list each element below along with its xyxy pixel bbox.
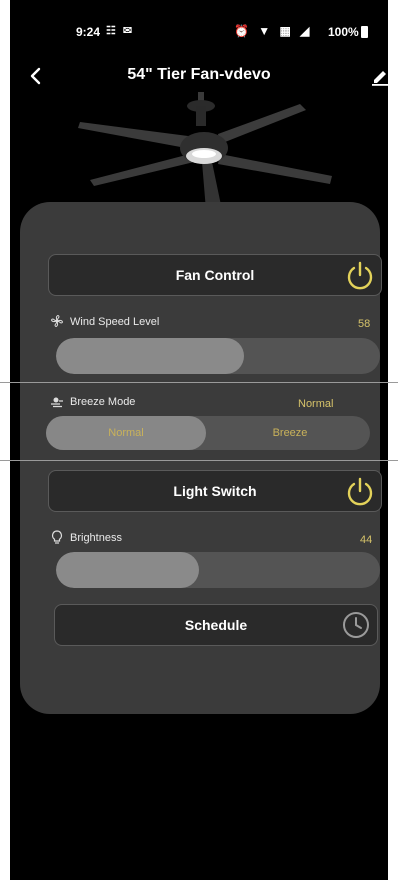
- battery-percent: 100%: [328, 25, 359, 39]
- light-switch-row[interactable]: Light Switch: [48, 470, 382, 512]
- light-power-icon[interactable]: [345, 476, 375, 506]
- schedule-row[interactable]: Schedule: [54, 604, 378, 646]
- brightness-value: 44: [360, 534, 373, 546]
- clock-icon[interactable]: [341, 610, 371, 640]
- status-time: 9:24: [76, 25, 101, 39]
- fan-control-row[interactable]: Fan Control: [48, 254, 382, 296]
- ceiling-fan-image: [78, 92, 332, 210]
- wind-speed-slider[interactable]: [56, 338, 380, 374]
- breeze-mode-label: Breeze Mode: [70, 396, 136, 408]
- system-icons: ⏰ ▼ ▦ ◢: [234, 24, 313, 38]
- battery-indicator: 100%: [328, 25, 368, 39]
- brightness-fill: [56, 552, 199, 588]
- fan-control-label: Fan Control: [175, 267, 255, 283]
- breeze-mode-selector[interactable]: Normal Breeze: [46, 416, 370, 450]
- fan-blade-icon: [51, 315, 63, 327]
- brightness-label: Brightness: [70, 532, 122, 544]
- wind-speed-label: Wind Speed Level: [70, 316, 160, 328]
- lightbulb-icon: [51, 530, 63, 544]
- breeze-icon: [51, 397, 63, 408]
- notification-icons: ☷ ✉: [106, 25, 135, 37]
- breeze-option-breeze[interactable]: Breeze: [210, 416, 370, 450]
- wind-speed-fill: [56, 338, 244, 374]
- battery-icon: [360, 26, 368, 38]
- edit-pencil-icon[interactable]: [370, 66, 388, 86]
- control-card: Fan Control Wind Speed Level 58 Breeze M…: [20, 202, 382, 714]
- divider-line: [0, 382, 398, 383]
- wind-speed-value: 58: [358, 318, 371, 330]
- schedule-label: Schedule: [184, 617, 248, 633]
- fan-power-icon[interactable]: [345, 260, 375, 290]
- page-title: 54" Tier Fan-vdevo: [127, 66, 271, 83]
- phone-screen: 9:24 ☷ ✉ ⏰ ▼ ▦ ◢ 100% 54" Tier Fan-vdevo…: [10, 0, 388, 880]
- breeze-option-normal[interactable]: Normal: [46, 416, 206, 450]
- breeze-mode-value: Normal: [298, 398, 334, 410]
- status-bar: 9:24 ☷ ✉ ⏰ ▼ ▦ ◢ 100%: [10, 0, 388, 62]
- light-switch-label: Light Switch: [173, 483, 257, 499]
- divider-line: [0, 460, 398, 461]
- brightness-slider[interactable]: [56, 552, 380, 588]
